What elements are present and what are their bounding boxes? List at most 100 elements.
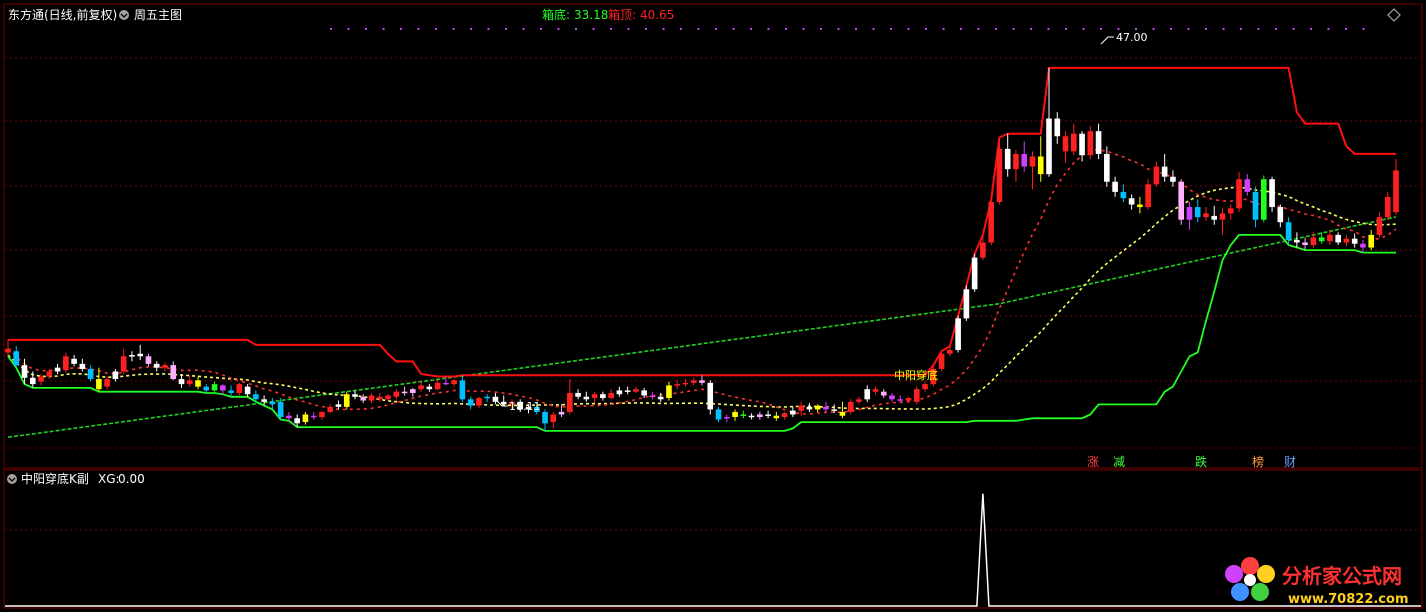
candle-body-74 (616, 390, 623, 395)
candle-body-29 (244, 386, 251, 395)
candle-body-73 (608, 392, 614, 399)
candle-body-89 (740, 414, 747, 416)
candle-body-94 (781, 413, 788, 417)
candle-body-8 (71, 358, 77, 364)
top-dot-28 (820, 28, 822, 30)
top-dot-30 (855, 28, 857, 30)
top-dot-11 (522, 28, 525, 30)
tag-cai[interactable]: 财 (1284, 455, 1296, 469)
top-dot-0 (330, 28, 332, 30)
candle-body-40 (335, 404, 342, 407)
candle-body-97 (806, 406, 813, 410)
candle-body-6 (54, 367, 61, 372)
candle-body-52 (434, 382, 441, 390)
tag-die[interactable]: 跌 (1195, 454, 1207, 469)
candle-body-150 (1244, 179, 1251, 192)
candle-body-69 (575, 392, 581, 397)
candle-body-88 (732, 411, 738, 417)
sub-panel-title[interactable]: 中阳穿底K副 (21, 471, 89, 486)
candle-body-105 (872, 389, 879, 392)
candle-body-14 (120, 356, 127, 372)
top-dot-49 (1187, 28, 1190, 30)
box-bottom-value: 33.18 (574, 8, 608, 22)
top-dot-23 (732, 28, 735, 30)
candle-body-124 (1029, 156, 1036, 167)
candle-body-58 (484, 396, 490, 399)
candle-body-135 (1120, 191, 1127, 199)
candle-body-43 (360, 396, 367, 401)
candle-body-157 (1302, 242, 1308, 245)
candle-body-102 (847, 401, 854, 412)
candle-body-125 (1037, 156, 1044, 175)
tag-bang[interactable]: 榜 (1252, 454, 1264, 469)
candle-body-98 (814, 405, 821, 410)
sub-panel-header: 中阳穿底K副 XG: 0.00 (7, 471, 145, 486)
candle-body-153 (1269, 179, 1275, 208)
candle-body-56 (467, 399, 474, 406)
candle-body-133 (1104, 153, 1110, 182)
candle-body-57 (476, 398, 482, 406)
candle-body-101 (839, 411, 846, 416)
candle-body-108 (897, 399, 904, 401)
top-dot-19 (662, 28, 665, 30)
candle-body-75 (624, 390, 631, 392)
candle-body-84 (699, 380, 705, 383)
candle-body-71 (591, 394, 598, 399)
top-dot-54 (1275, 28, 1277, 30)
candle-body-134 (1112, 181, 1118, 192)
candle-body-18 (153, 363, 160, 368)
candle-body-110 (914, 389, 920, 402)
candle-body-44 (368, 395, 375, 401)
top-dot-55 (1292, 28, 1295, 30)
top-dot-22 (715, 28, 717, 30)
candle-body-30 (253, 394, 259, 400)
indicator-main-name[interactable]: 周五主图 (134, 8, 182, 22)
candle-body-99 (823, 406, 829, 410)
candle-body-66 (550, 414, 557, 423)
top-dot-41 (1047, 28, 1050, 30)
watermark-url: www.70822.com (1288, 592, 1409, 607)
candle-body-85 (707, 382, 714, 410)
indicator-toggle-icon[interactable] (119, 10, 129, 20)
top-dot-6 (435, 28, 437, 30)
top-dot-25 (767, 28, 770, 30)
candle-body-68 (567, 392, 573, 412)
candle-body-142 (1178, 181, 1184, 220)
candle-body-83 (690, 380, 697, 383)
candle-body-152 (1261, 179, 1267, 220)
candle-body-141 (1170, 176, 1176, 182)
sub-toggle-icon[interactable] (7, 474, 17, 484)
candle-body-168 (1393, 170, 1399, 213)
candle-body-65 (542, 411, 548, 424)
candle-body-16 (137, 353, 143, 357)
candle-body-103 (856, 399, 862, 402)
top-dot-58 (1345, 28, 1347, 30)
candle-body-92 (765, 414, 771, 416)
top-dot-52 (1240, 28, 1242, 30)
candle-body-38 (319, 411, 325, 417)
candle-body-151 (1252, 191, 1259, 220)
top-dot-56 (1310, 28, 1312, 30)
candle-body-143 (1186, 207, 1193, 220)
candle-body-162 (1343, 238, 1350, 243)
top-dot-4 (400, 28, 402, 30)
top-dot-51 (1222, 28, 1225, 30)
candle-body-93 (773, 415, 780, 419)
candle-body-104 (864, 389, 871, 400)
candle-body-70 (583, 396, 590, 400)
candle-body-145 (1203, 213, 1209, 218)
top-dot-59 (1362, 28, 1365, 30)
candle-body-155 (1285, 222, 1292, 240)
top-dot-35 (942, 28, 945, 30)
candle-153 (1269, 176, 1275, 213)
candle-body-47 (393, 391, 400, 397)
candle-117 (971, 253, 978, 292)
top-dot-2 (365, 28, 367, 30)
candle-body-132 (1095, 131, 1102, 154)
candle-body-167 (1384, 196, 1391, 218)
candle-body-20 (170, 365, 177, 380)
top-dot-7 (452, 28, 455, 30)
tag-zhang[interactable]: 涨 (1087, 454, 1099, 469)
tag-jian[interactable]: 减 (1113, 455, 1125, 469)
top-dot-31 (872, 28, 875, 30)
